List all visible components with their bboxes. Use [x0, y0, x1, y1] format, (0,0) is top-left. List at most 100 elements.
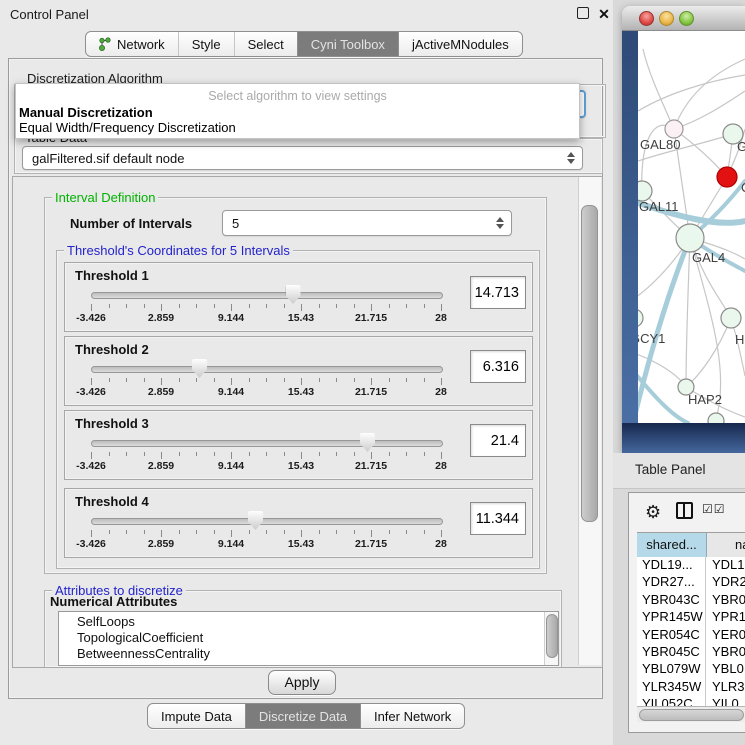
network-node[interactable]: [708, 413, 724, 423]
table-row[interactable]: YDR27...YDR2: [637, 574, 745, 592]
tab-jactivemnodules[interactable]: jActiveMNodules: [398, 32, 522, 56]
table-row[interactable]: YDL19...YDL1: [637, 557, 745, 575]
table-cell-name[interactable]: YLR3: [706, 679, 745, 697]
vertical-scrollbar-thumb[interactable]: [581, 205, 598, 522]
table-row[interactable]: YPR145WYPR1: [637, 609, 745, 627]
table-cell-shared-name[interactable]: YDL19...: [637, 557, 706, 575]
threshold-value-field[interactable]: 6.316: [470, 350, 526, 383]
threshold-slider-track[interactable]: [91, 518, 443, 525]
table-cell-name[interactable]: YER0: [706, 627, 745, 645]
threshold-slider-track[interactable]: [91, 292, 443, 299]
slider-minor-tick: [126, 452, 127, 456]
dropdown-option-manual-discretization[interactable]: Manual Discretization: [19, 105, 153, 120]
table-row[interactable]: YER054CYER0: [637, 627, 745, 645]
numerical-attributes-list[interactable]: SelfLoopsTopologicalCoefficientBetweenne…: [58, 611, 559, 666]
threshold-slider-track[interactable]: [91, 440, 443, 447]
threshold-value-field[interactable]: 21.4: [470, 424, 526, 457]
network-edge[interactable]: [643, 49, 674, 129]
table-row[interactable]: YBR045CYBR0: [637, 644, 745, 662]
table-cell-shared-name[interactable]: YBL079W: [637, 661, 706, 679]
slider-minor-tick: [109, 452, 110, 456]
tab-network[interactable]: Network: [86, 32, 178, 56]
slider-minor-tick: [406, 530, 407, 534]
table-cell-shared-name[interactable]: YLR345W: [637, 679, 706, 697]
split-columns-icon[interactable]: [676, 502, 693, 519]
table-data-combobox[interactable]: galFiltered.sif default node: [22, 146, 583, 170]
table-cell-shared-name[interactable]: YER054C: [637, 627, 706, 645]
network-node-gcy1[interactable]: [638, 309, 643, 327]
mac-close-icon[interactable]: [639, 11, 654, 26]
table-header-shared-name[interactable]: shared...: [637, 533, 707, 558]
table-horizontal-scrollbar[interactable]: [637, 706, 745, 722]
tab-label: Style: [192, 37, 221, 52]
list-scrollbar[interactable]: [544, 612, 558, 665]
table-cell-name[interactable]: YBL0: [706, 661, 745, 679]
table-cell-name[interactable]: YDR2: [706, 574, 745, 592]
attribute-list-item[interactable]: BetweennessCentrality: [77, 646, 210, 661]
bottom-tab-label: Infer Network: [374, 709, 451, 724]
thresholds-group-title: Threshold's Coordinates for 5 Intervals: [64, 243, 293, 258]
mac-zoom-icon[interactable]: [679, 11, 694, 26]
table-row[interactable]: YBR043CYBR0: [637, 592, 745, 610]
table-row[interactable]: YLR345WYLR3: [637, 679, 745, 697]
network-node-gal11[interactable]: [638, 181, 652, 201]
bottom-tab-infer-network[interactable]: Infer Network: [360, 704, 464, 728]
table-cell-name[interactable]: YIL0: [706, 696, 745, 706]
combobox-arrows-icon: [493, 217, 507, 229]
tab-cyni-toolbox[interactable]: Cyni Toolbox: [297, 32, 398, 56]
table-row[interactable]: YBL079WYBL0: [637, 661, 745, 679]
slider-minor-tick: [319, 378, 320, 382]
table-cell-name[interactable]: YDL1: [706, 557, 745, 575]
table-cell-shared-name[interactable]: YPR145W: [637, 609, 706, 627]
table-cell-name[interactable]: YBR0: [706, 592, 745, 610]
table-row[interactable]: YIL052CYIL0: [637, 696, 745, 706]
table-cell-name[interactable]: YBR0: [706, 644, 745, 662]
slider-tick-label: 21.715: [346, 312, 396, 324]
table-cell-shared-name[interactable]: YIL052C: [637, 696, 706, 706]
mac-minimize-icon[interactable]: [659, 11, 674, 26]
network-icon: [99, 37, 111, 51]
attribute-list-item[interactable]: TopologicalCoefficient: [77, 630, 203, 645]
threshold-slider-thumb[interactable]: [192, 359, 207, 378]
threshold-slider-thumb[interactable]: [360, 433, 375, 452]
slider-tick-label: 9.144: [206, 386, 256, 398]
select-columns-icon[interactable]: ☑☑: [702, 502, 726, 516]
network-edge[interactable]: [638, 75, 745, 111]
tab-style[interactable]: Style: [178, 32, 234, 56]
network-node-h[interactable]: [721, 308, 741, 328]
float-window-icon[interactable]: [577, 7, 589, 19]
close-window-icon[interactable]: ✕: [597, 7, 611, 21]
table-cell-shared-name[interactable]: YBR045C: [637, 644, 706, 662]
slider-minor-tick: [319, 452, 320, 456]
bottom-tab-discretize-data[interactable]: Discretize Data: [245, 704, 360, 728]
slider-minor-tick: [266, 378, 267, 382]
network-node-gal4[interactable]: [676, 224, 704, 252]
network-edge[interactable]: [674, 91, 745, 129]
number-of-intervals-combobox[interactable]: 5: [222, 210, 512, 236]
tab-select[interactable]: Select: [234, 32, 297, 56]
threshold-value-field[interactable]: 14.713: [470, 276, 526, 309]
table-horizontal-scrollbar-thumb[interactable]: [639, 709, 744, 721]
network-edge[interactable]: [674, 59, 745, 129]
dropdown-option-equal-width-frequency[interactable]: Equal Width/Frequency Discretization: [19, 120, 236, 135]
gear-icon[interactable]: ⚙: [645, 502, 661, 523]
network-node-gal80[interactable]: [665, 120, 683, 138]
table-header-name[interactable]: na: [707, 533, 745, 558]
attribute-list-item[interactable]: SelfLoops: [77, 614, 135, 629]
threshold-slider-thumb[interactable]: [286, 285, 301, 304]
table-cell-shared-name[interactable]: YDR27...: [637, 574, 706, 592]
network-edge[interactable]: [674, 129, 727, 177]
bottom-tab-impute-data[interactable]: Impute Data: [148, 704, 245, 728]
list-scrollbar-thumb[interactable]: [546, 614, 558, 658]
apply-button[interactable]: Apply: [268, 670, 336, 695]
network-canvas[interactable]: GAL80GACGAL11GAL4GCY1HHAP2: [638, 31, 745, 423]
network-node-c[interactable]: [717, 167, 737, 187]
table-cell-shared-name[interactable]: YBR043C: [637, 592, 706, 610]
threshold-slider-track[interactable]: [91, 366, 443, 373]
table-cell-name[interactable]: YPR1: [706, 609, 745, 627]
network-edge[interactable]: [686, 318, 731, 387]
threshold-slider-thumb[interactable]: [248, 511, 263, 530]
network-edge[interactable]: [686, 238, 690, 387]
threshold-value-field[interactable]: 11.344: [470, 502, 526, 535]
slider-minor-tick: [389, 378, 390, 382]
